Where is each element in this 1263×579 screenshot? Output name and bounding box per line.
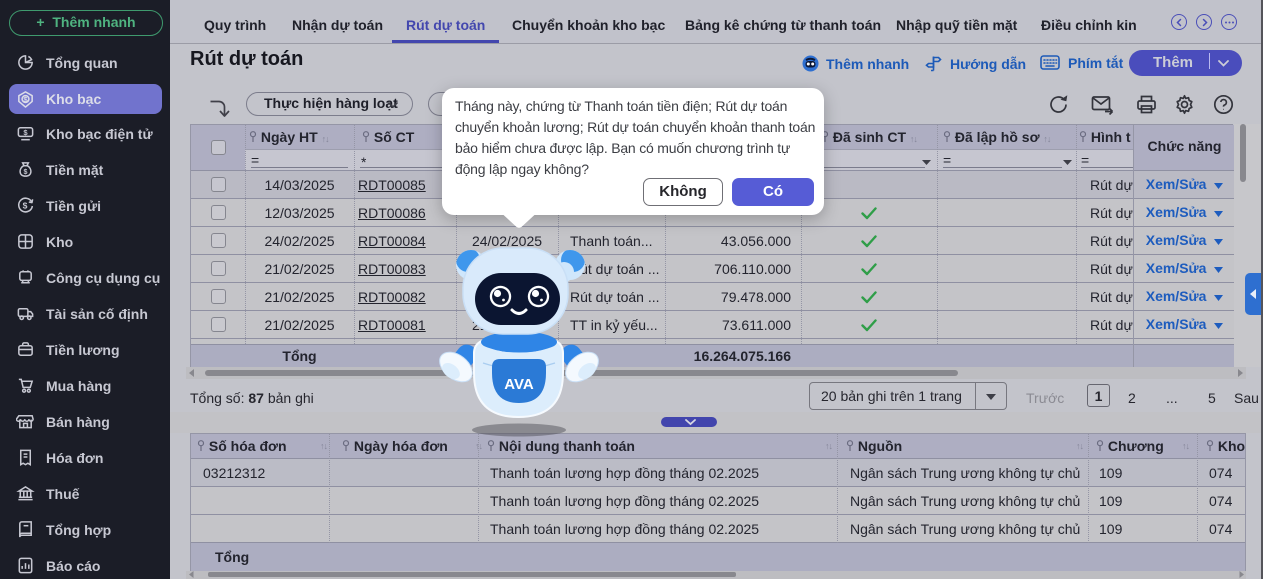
svg-text:$: $ bbox=[24, 168, 28, 176]
svg-text:AVA: AVA bbox=[504, 376, 534, 393]
svg-text:$: $ bbox=[23, 201, 28, 211]
svg-text:$: $ bbox=[23, 128, 28, 137]
